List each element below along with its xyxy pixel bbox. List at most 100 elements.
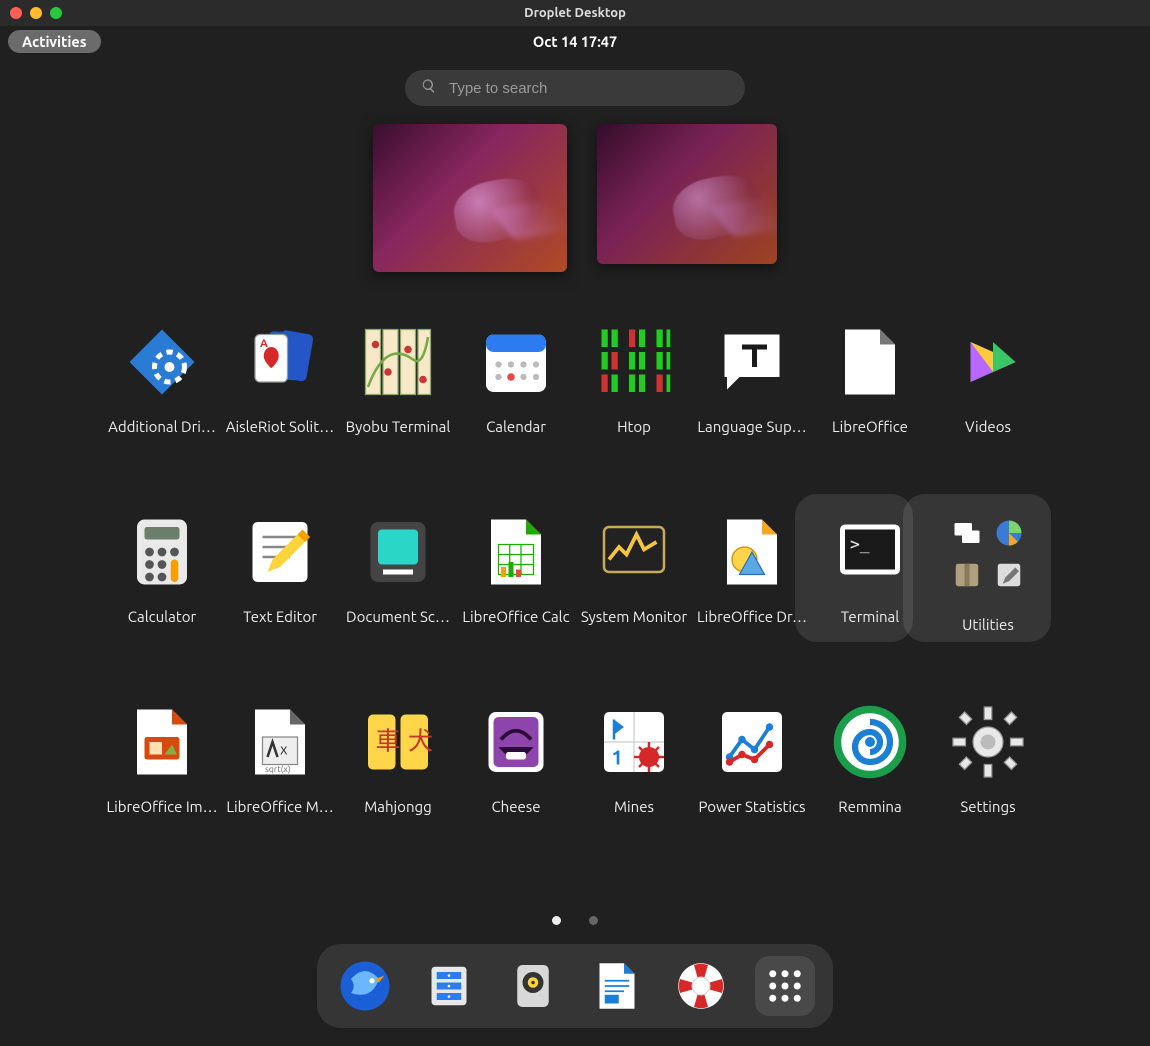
app-label: Byobu Terminal	[346, 418, 451, 435]
utilities-folder-icon	[940, 506, 1036, 602]
dock-rhythmbox[interactable]	[503, 956, 563, 1016]
app-mahjongg[interactable]: 車 犬 Mahjongg	[339, 696, 457, 886]
workspace-switcher	[0, 124, 1150, 272]
app-calculator[interactable]: Calculator	[103, 506, 221, 696]
app-language-support[interactable]: Language Sup…	[693, 316, 811, 506]
app-label: Settings	[960, 798, 1015, 815]
app-utilities-folder[interactable]: Utilities	[929, 506, 1047, 696]
app-label: Htop	[617, 418, 651, 435]
app-mines[interactable]: 1 Mines	[575, 696, 693, 886]
app-label: Utilities	[962, 616, 1014, 633]
math-icon: x sqrt(x)	[238, 700, 322, 784]
app-label: LibreOffice Im…	[106, 798, 217, 815]
app-htop[interactable]: Htop	[575, 316, 693, 506]
power-stats-icon	[710, 700, 794, 784]
app-label: Mines	[614, 798, 654, 815]
app-text-editor[interactable]: Text Editor	[221, 506, 339, 696]
app-label: Terminal	[841, 608, 899, 625]
videos-icon	[946, 320, 1030, 404]
search-input[interactable]	[449, 80, 729, 97]
app-grid: Additional Dri… A AisleRiot Solit… Byobu…	[95, 316, 1055, 886]
app-libreoffice-draw[interactable]: LibreOffice Dr…	[693, 506, 811, 696]
settings-icon	[946, 700, 1030, 784]
language-icon	[710, 320, 794, 404]
remmina-icon	[828, 700, 912, 784]
app-libreoffice-impress[interactable]: LibreOffice Im…	[103, 696, 221, 886]
app-libreoffice-math[interactable]: x sqrt(x) LibreOffice M…	[221, 696, 339, 886]
impress-icon	[120, 700, 204, 784]
calendar-icon	[474, 320, 558, 404]
window-title: Droplet Desktop	[0, 6, 1150, 20]
app-label: LibreOffice Dr…	[697, 608, 807, 625]
workspace-1[interactable]	[373, 124, 567, 272]
page-indicator	[0, 916, 1150, 925]
app-cheese[interactable]: Cheese	[457, 696, 575, 886]
app-label: Document Sc…	[346, 608, 450, 625]
svg-text:車: 車	[376, 727, 401, 755]
mines-icon: 1	[592, 700, 676, 784]
app-label: Additional Dri…	[108, 418, 216, 435]
svg-text:A: A	[260, 338, 268, 350]
app-videos[interactable]: Videos	[929, 316, 1047, 506]
dock-show-applications[interactable]	[755, 956, 815, 1016]
page-dot-2[interactable]	[589, 916, 598, 925]
app-label: Videos	[965, 418, 1011, 435]
app-system-monitor[interactable]: System Monitor	[575, 506, 693, 696]
svg-text:sqrt(x): sqrt(x)	[265, 764, 291, 774]
calc-icon	[474, 510, 558, 594]
app-label: LibreOffice Calc	[462, 608, 569, 625]
dock-files[interactable]	[419, 956, 479, 1016]
byobu-icon	[356, 320, 440, 404]
app-label: Language Sup…	[697, 418, 806, 435]
app-label: Power Statistics	[698, 798, 805, 815]
dock-thunderbird[interactable]	[335, 956, 395, 1016]
app-libreoffice-calc[interactable]: LibreOffice Calc	[457, 506, 575, 696]
draw-icon	[710, 510, 794, 594]
window-titlebar: Droplet Desktop	[0, 0, 1150, 26]
dock-libreoffice-writer[interactable]	[587, 956, 647, 1016]
app-aisleriot[interactable]: A AisleRiot Solit…	[221, 316, 339, 506]
app-label: System Monitor	[581, 608, 687, 625]
gnome-topbar: Activities Oct 14 17:47	[0, 26, 1150, 56]
app-label: LibreOffice	[832, 418, 908, 435]
app-document-scanner[interactable]: Document Sc…	[339, 506, 457, 696]
app-label: Text Editor	[243, 608, 317, 625]
app-remmina[interactable]: Remmina	[811, 696, 929, 886]
app-label: Cheese	[491, 798, 540, 815]
mahjongg-icon: 車 犬	[356, 700, 440, 784]
workspace-2[interactable]	[597, 124, 777, 264]
dock-help[interactable]	[671, 956, 731, 1016]
app-label: Remmina	[838, 798, 901, 815]
cheese-icon	[474, 700, 558, 784]
htop-icon	[592, 320, 676, 404]
svg-text:x: x	[280, 741, 288, 758]
app-additional-drivers[interactable]: Additional Dri…	[103, 316, 221, 506]
system-monitor-icon	[592, 510, 676, 594]
archive-icon	[950, 558, 984, 592]
libreoffice-icon	[828, 320, 912, 404]
app-label: LibreOffice M…	[226, 798, 333, 815]
svg-text:犬: 犬	[408, 727, 433, 755]
search-bar[interactable]	[405, 70, 745, 106]
calculator-icon	[120, 510, 204, 594]
app-label: AisleRiot Solit…	[226, 418, 334, 435]
app-label: Calculator	[128, 608, 196, 625]
dock	[317, 944, 833, 1028]
page-dot-1[interactable]	[552, 916, 561, 925]
disk-usage-icon	[992, 516, 1026, 550]
scanner-icon	[356, 510, 440, 594]
additional-drivers-icon	[120, 320, 204, 404]
terminal-icon: >_	[828, 510, 912, 594]
app-power-statistics[interactable]: Power Statistics	[693, 696, 811, 886]
app-calendar[interactable]: Calendar	[457, 316, 575, 506]
app-byobu[interactable]: Byobu Terminal	[339, 316, 457, 506]
displays-icon	[950, 516, 984, 550]
clock[interactable]: Oct 14 17:47	[0, 33, 1150, 50]
search-icon	[421, 78, 437, 98]
text-editor-icon	[238, 510, 322, 594]
app-settings[interactable]: Settings	[929, 696, 1047, 886]
app-libreoffice[interactable]: LibreOffice	[811, 316, 929, 506]
svg-text:>_: >_	[850, 535, 870, 554]
app-label: Mahjongg	[364, 798, 432, 815]
aisleriot-icon: A	[238, 320, 322, 404]
